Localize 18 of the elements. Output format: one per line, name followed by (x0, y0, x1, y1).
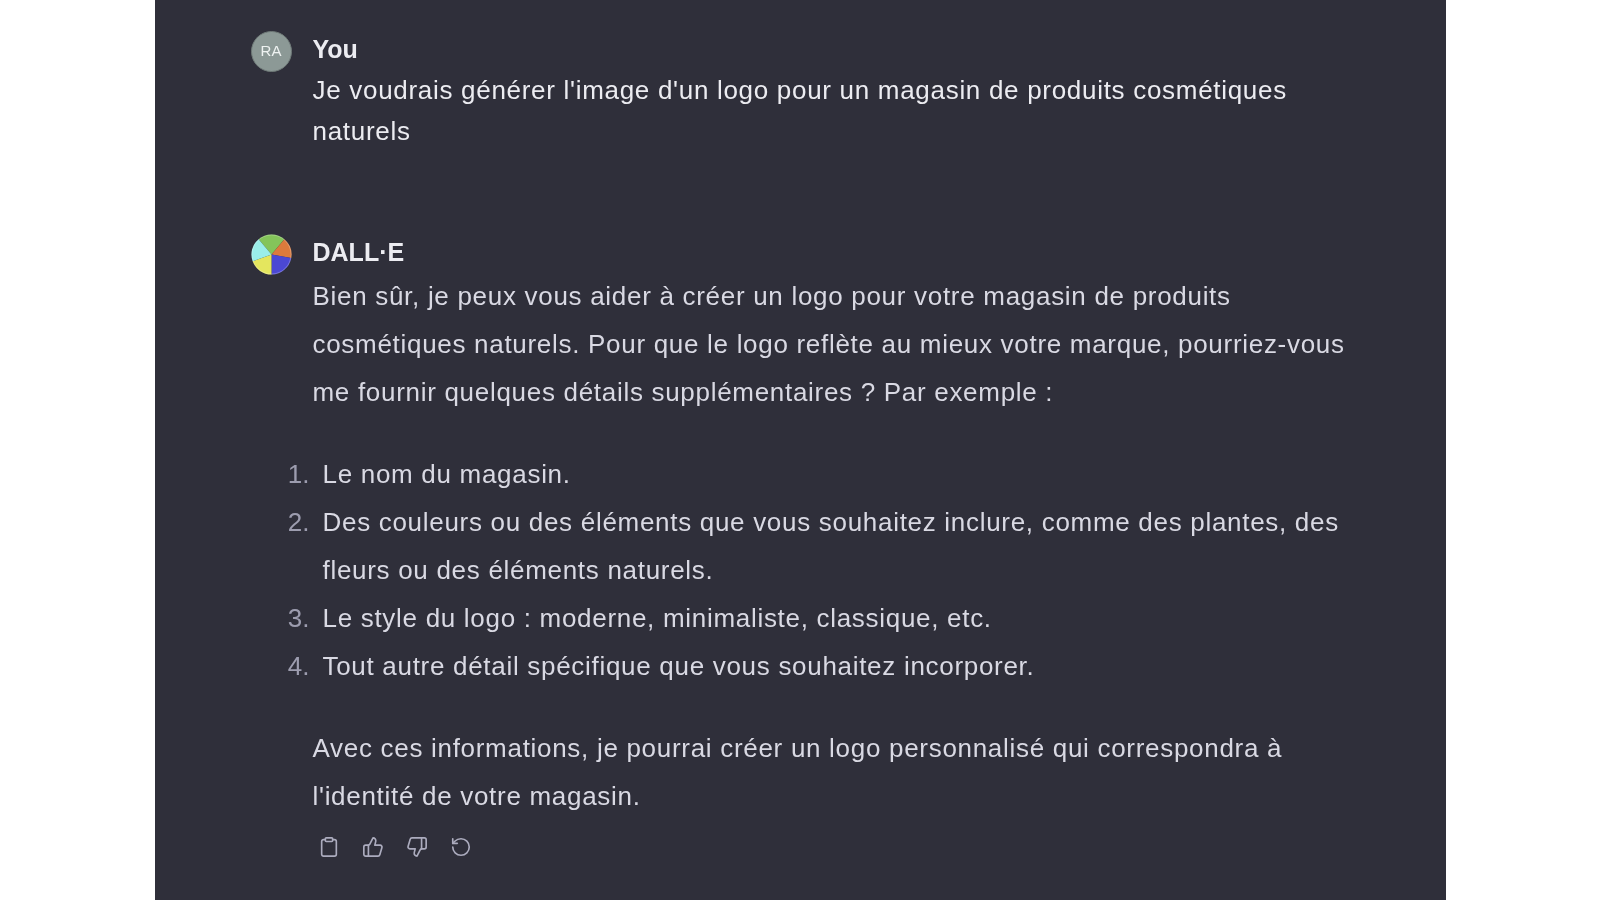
list-number: 4. (286, 650, 310, 683)
list-number: 2. (286, 506, 310, 539)
message-text: Je voudrais générer l'image d'un logo pour un magasin de produits cosmétiques naturels (312, 74, 1288, 148)
refresh-icon[interactable] (449, 836, 472, 858)
list-item-text: Le style du logo : moderne, minimaliste, classique, etc. (322, 602, 993, 635)
author-name: DALL·E (312, 237, 406, 268)
list-number: 3. (286, 602, 310, 635)
message-text: Bien sûr, je peux vous aider à créer un logo pour votre magasin de produits cosmétiques naturels. Pour que le logo reflète au mieux votre marque, pourriez-vous me fournir quelques détails supplémentaires ? Par exemple : (312, 280, 1346, 409)
list-item-text: Le nom du magasin. (322, 458, 572, 491)
color-wheel-icon (250, 234, 292, 275)
user-avatar: RA (250, 31, 292, 72)
author-name: You (312, 34, 359, 65)
list-item-text: Tout autre détail spécifique que vous souhaitez incorporer. (322, 650, 1036, 683)
list-number: 1. (286, 458, 310, 491)
list-item-text: Des couleurs ou des éléments que vous souhaitez inclure, comme des plantes, des fleurs ou des éléments naturels. (322, 506, 1340, 587)
thumbs-down-icon[interactable] (405, 836, 428, 858)
message-text: Avec ces informations, je pourrai créer un logo personnalisé qui correspondra à l'identité de votre magasin. (312, 732, 1284, 813)
thumbs-up-icon[interactable] (361, 836, 384, 858)
